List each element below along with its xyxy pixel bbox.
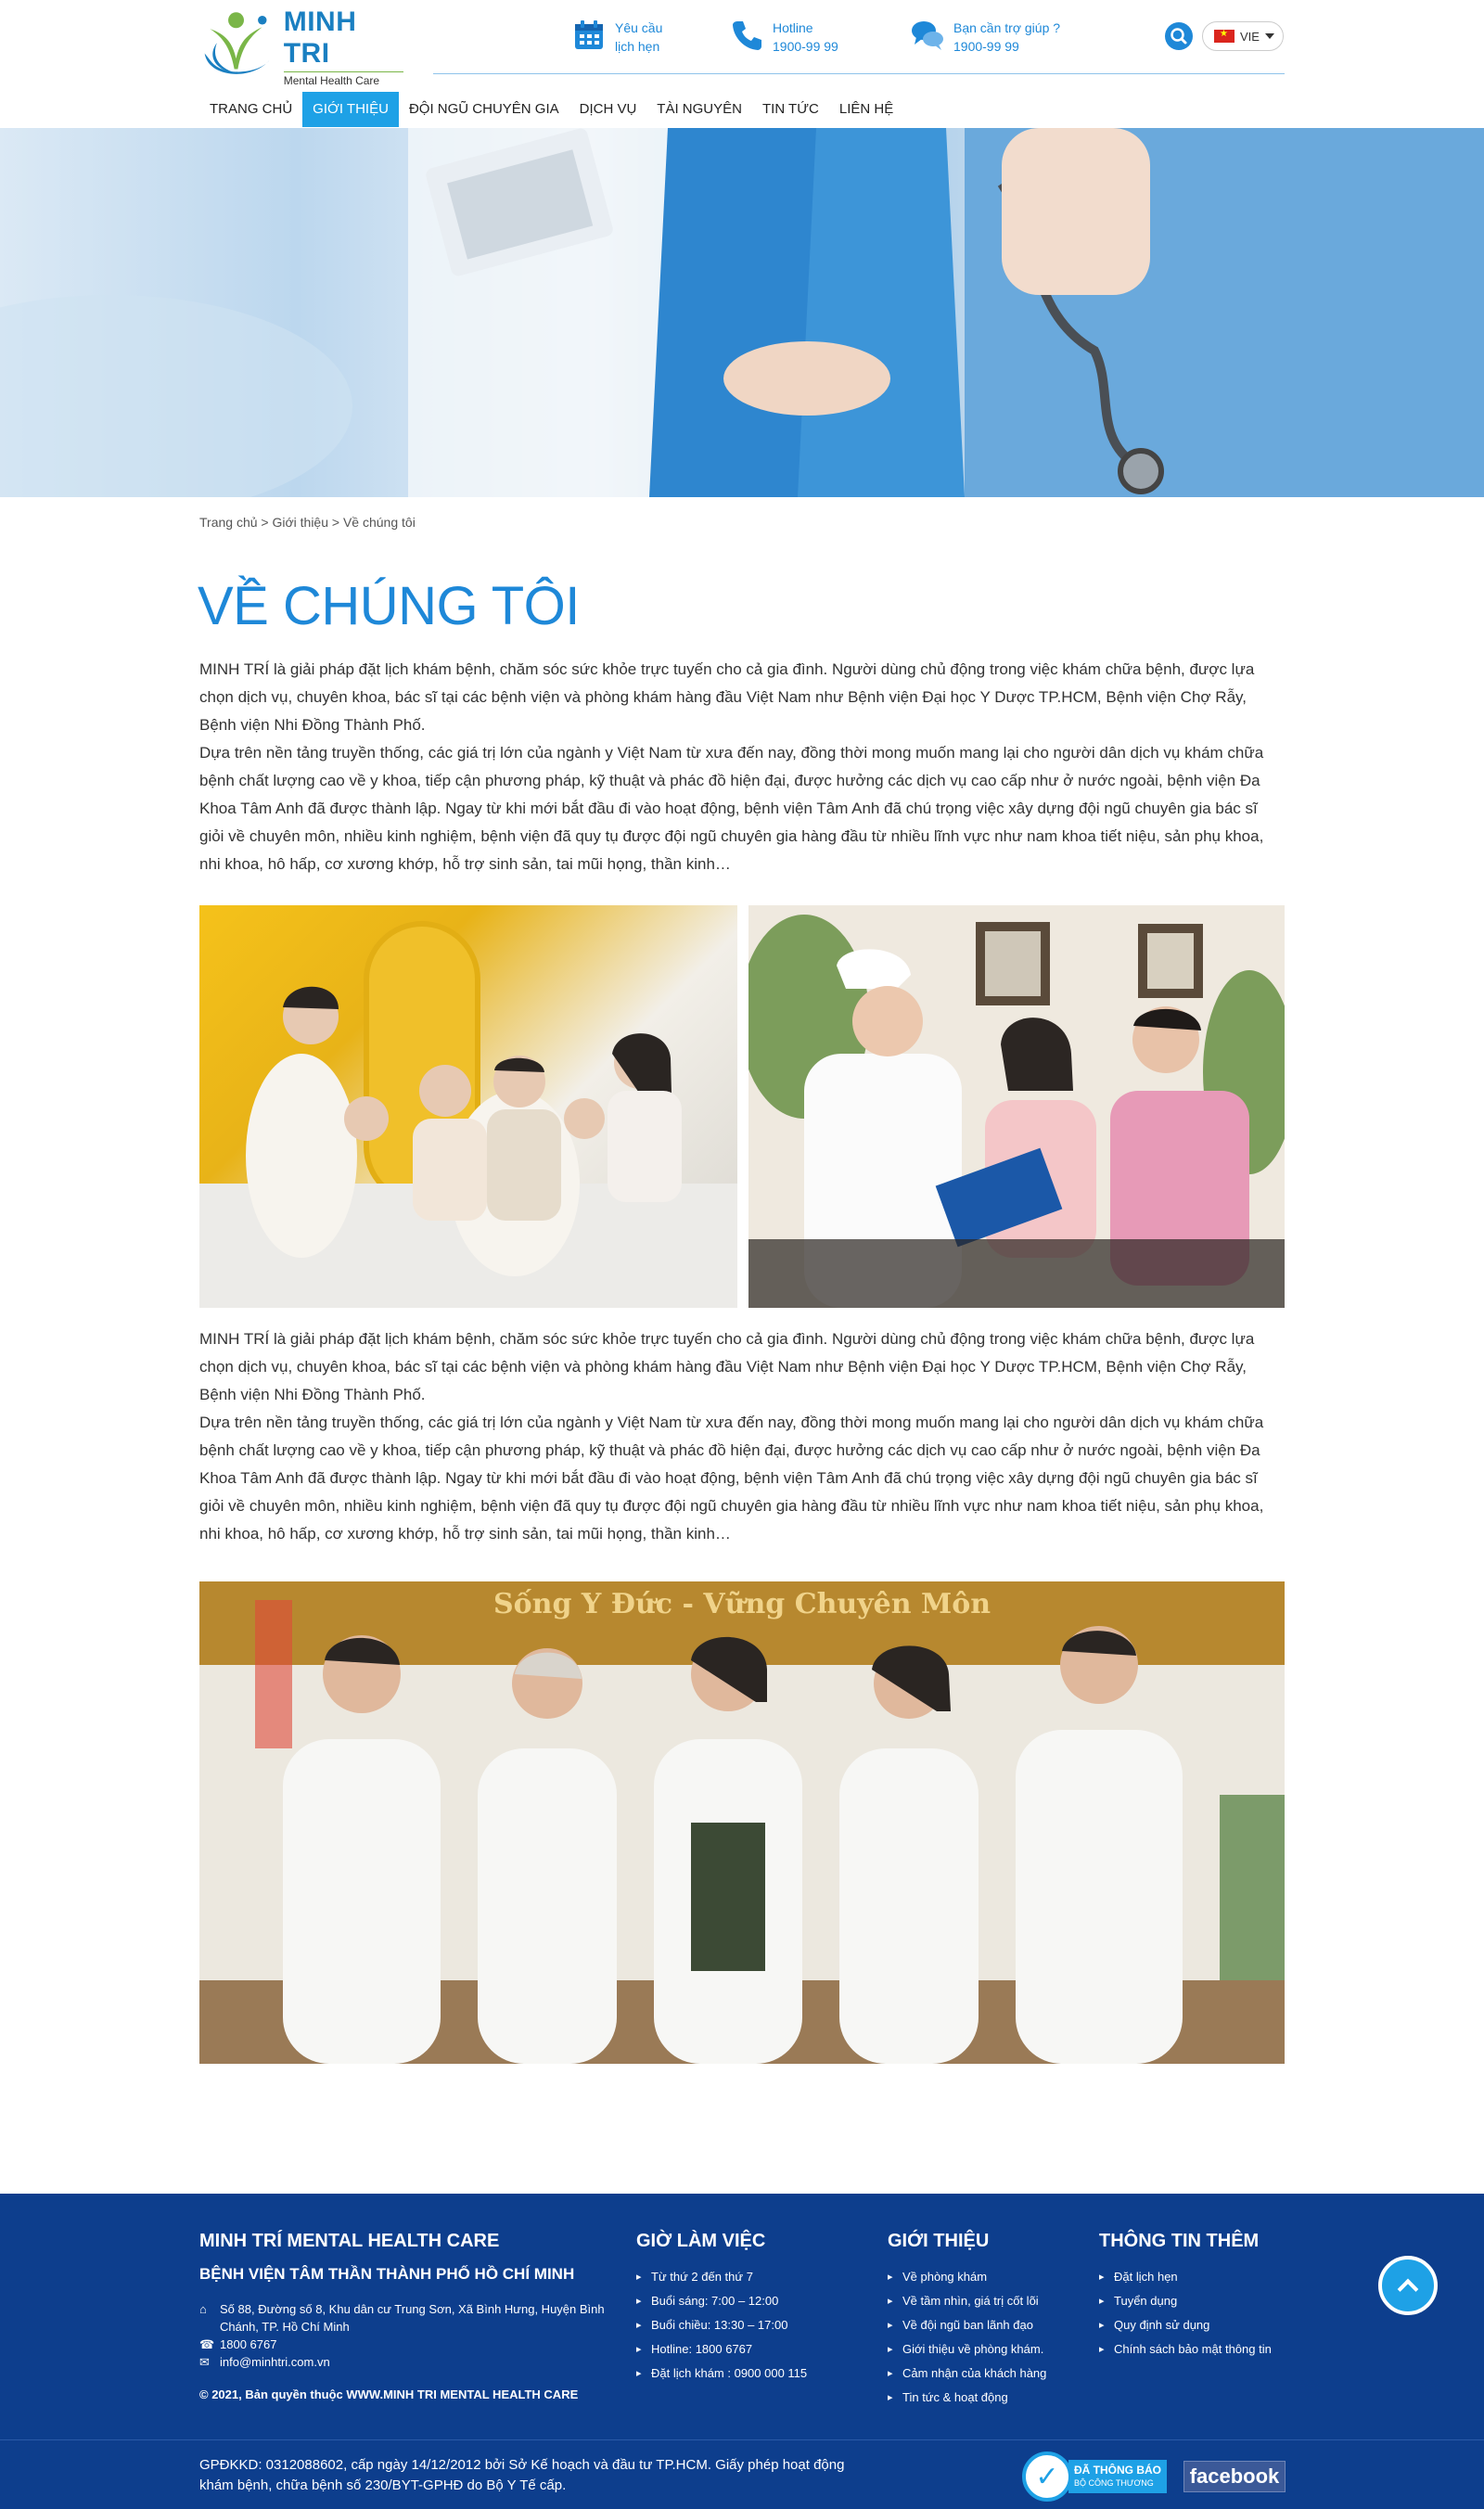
footer-hours-item: Từ thứ 2 đến thứ 7: [636, 2265, 859, 2289]
footer-email-text: info@minhtri.com.vn: [220, 2355, 330, 2369]
logo-title: MINH TRI: [283, 6, 357, 69]
hotline-link[interactable]: Hotline 1900-99 99: [730, 19, 838, 56]
footer-more-link[interactable]: Quy định sử dụng: [1099, 2313, 1303, 2337]
footer-contact-col: MINH TRÍ MENTAL HEALTH CARE BỆNH VIỆN TÂ…: [199, 2231, 608, 2401]
footer-bottom-bar: GPĐKKD: 0312088602, cấp ngày 14/12/2012 …: [0, 2439, 1484, 2509]
footer-address: ⌂ Số 88, Đường số 8, Khu dân cư Trung Sơ…: [199, 2300, 608, 2336]
facebook-link[interactable]: facebook: [1183, 2461, 1286, 2492]
vietnam-flag-icon: [1214, 29, 1235, 43]
mail-icon: ✉: [199, 2355, 210, 2369]
hero-banner: [0, 128, 1484, 497]
home-icon: ⌂: [199, 2302, 207, 2316]
footer-phone-text: 1800 6767: [220, 2337, 277, 2351]
footer-about-link[interactable]: Giới thiệu về phòng khám.: [888, 2337, 1082, 2362]
license-text: GPĐKKD: 0312088602, cấp ngày 14/12/2012 …: [199, 2457, 845, 2493]
main-nav: TRANG CHỦ GIỚI THIỆU ĐỘI NGŨ CHUYÊN GIA …: [199, 92, 903, 127]
footer-about-title: GIỚI THIỆU: [888, 2231, 990, 2251]
footer-hours-item: Buổi sáng: 7:00 – 12:00: [636, 2289, 859, 2313]
footer-email[interactable]: ✉ info@minhtri.com.vn: [199, 2353, 608, 2371]
footer-about-link[interactable]: Về phòng khám: [888, 2265, 1082, 2289]
history-paragraph: Dựa trên nền tảng truyền thống, các giá …: [199, 744, 1264, 873]
nav-item-services[interactable]: DỊCH VỤ: [569, 92, 647, 127]
logo-tagline: Mental Health Care: [283, 70, 403, 87]
scroll-to-top-button[interactable]: [1378, 2256, 1438, 2315]
breadcrumb[interactable]: Trang chủ > Giới thiệu > Về chúng tôi: [199, 515, 416, 530]
chevron-up-icon: [1397, 2278, 1419, 2300]
footer-hours-item: Buổi chiều: 13:30 – 17:00: [636, 2313, 859, 2337]
footer-copyright: © 2021, Bản quyền thuộc WWW.MINH TRI MEN…: [199, 2387, 579, 2401]
page: MINH TRI Mental Health Care Yêu cầu lịch…: [0, 0, 1484, 2509]
history-paragraph-repeat: Dựa trên nền tảng truyền thống, các giá …: [199, 1414, 1264, 1543]
footer-org-title: MINH TRÍ MENTAL HEALTH CARE: [199, 2231, 500, 2251]
appointment-request-link[interactable]: Yêu cầu lịch hẹn: [572, 19, 662, 56]
appointment-label-1: Yêu cầu: [615, 20, 663, 35]
bct-label: ĐÃ THÔNG BÁO: [1074, 2464, 1161, 2477]
language-code: VIE: [1240, 29, 1260, 44]
calendar-icon: [575, 20, 603, 49]
appointment-label-2: lịch hẹn: [615, 39, 660, 54]
footer-about-link[interactable]: Về tầm nhìn, giá trị cốt lõi: [888, 2289, 1082, 2313]
team-banner-text: Sống Y Đức - Vững Chuyên Môn: [493, 1588, 991, 1620]
ministry-registered-badge[interactable]: ✓ ĐÃ THÔNG BÁO BỘ CÔNG THƯƠNG: [1022, 2451, 1171, 2502]
support-number: 1900-99 99: [953, 39, 1019, 54]
hotline-label: Hotline: [773, 20, 813, 35]
site-footer: MINH TRÍ MENTAL HEALTH CARE BỆNH VIỆN TÂ…: [0, 2194, 1484, 2439]
bct-sub-label: BỘ CÔNG THƯƠNG: [1074, 2478, 1154, 2488]
hotline-number: 1900-99 99: [773, 39, 838, 54]
footer-more-title: THÔNG TIN THÊM: [1099, 2231, 1260, 2251]
footer-hours-title: GIỜ LÀM VIỆC: [636, 2231, 766, 2251]
search-button[interactable]: [1165, 22, 1193, 50]
nav-item-contact[interactable]: LIÊN HỆ: [829, 92, 903, 127]
chevron-down-icon: [1264, 33, 1274, 39]
chat-icon: [912, 21, 943, 50]
footer-address-text: Số 88, Đường số 8, Khu dân cư Trung Sơn,…: [220, 2302, 605, 2334]
phone-icon: [733, 21, 761, 50]
search-icon: [1171, 28, 1187, 45]
nav-item-home[interactable]: TRANG CHỦ: [199, 92, 302, 127]
checkmark-icon: ✓: [1022, 2451, 1072, 2502]
footer-hours-item: Đặt lịch khám : 0900 000 115: [636, 2362, 859, 2386]
logo-icon: [204, 12, 270, 74]
nav-item-news[interactable]: TIN TỨC: [752, 92, 829, 127]
nav-item-resources[interactable]: TÀI NGUYÊN: [646, 92, 752, 127]
footer-about-link[interactable]: Tin tức & hoạt động: [888, 2386, 1082, 2410]
footer-more-link[interactable]: Đặt lịch hẹn: [1099, 2265, 1303, 2289]
hero-medical-staff-image: [0, 128, 1484, 497]
support-label: Bạn cần trợ giúp ?: [953, 20, 1061, 35]
logo[interactable]: MINH TRI Mental Health Care: [199, 6, 403, 87]
page-title: VỀ CHÚNG TÔI: [198, 576, 580, 636]
footer-about-col: GIỚI THIỆU Về phòng khám Về tầm nhìn, gi…: [888, 2231, 1082, 2410]
intro-paragraph: MINH TRÍ là giải pháp đặt lịch khám bệnh…: [199, 660, 1255, 734]
footer-about-link[interactable]: Về đội ngũ ban lãnh đạo: [888, 2313, 1082, 2337]
doctors-team-photo: Sống Y Đức - Vững Chuyên Môn: [199, 1581, 1285, 2064]
footer-org-subtitle: BỆNH VIỆN TÂM THẦN THÀNH PHỐ HỒ CHÍ MINH: [199, 2265, 575, 2283]
site-header: MINH TRI Mental Health Care Yêu cầu lịch…: [0, 0, 1484, 128]
phone-icon: ☎: [199, 2337, 215, 2351]
footer-hours-item: Hotline: 1800 6767: [636, 2337, 859, 2362]
intro-paragraph-repeat: MINH TRÍ là giải pháp đặt lịch khám bệnh…: [199, 1330, 1255, 1403]
nav-item-experts[interactable]: ĐỘI NGŨ CHUYÊN GIA: [399, 92, 569, 127]
footer-phone[interactable]: ☎ 1800 6767: [199, 2336, 608, 2353]
support-link[interactable]: Bạn cần trợ giúp ? 1900-99 99: [911, 19, 1060, 56]
footer-more-link[interactable]: Tuyển dụng: [1099, 2289, 1303, 2313]
nav-item-about[interactable]: GIỚI THIỆU: [302, 92, 399, 127]
nurse-consultation-photo: [748, 905, 1285, 1308]
family-photo: [199, 905, 737, 1308]
footer-more-link[interactable]: Chính sách bảo mật thông tin: [1099, 2337, 1303, 2362]
footer-about-link[interactable]: Cảm nhận của khách hàng: [888, 2362, 1082, 2386]
language-selector[interactable]: VIE: [1202, 21, 1284, 51]
header-divider: [433, 73, 1285, 74]
footer-hours-col: GIỜ LÀM VIỆC Từ thứ 2 đến thứ 7 Buổi sán…: [636, 2231, 859, 2386]
footer-more-col: THÔNG TIN THÊM Đặt lịch hẹn Tuyển dụng Q…: [1099, 2231, 1303, 2362]
